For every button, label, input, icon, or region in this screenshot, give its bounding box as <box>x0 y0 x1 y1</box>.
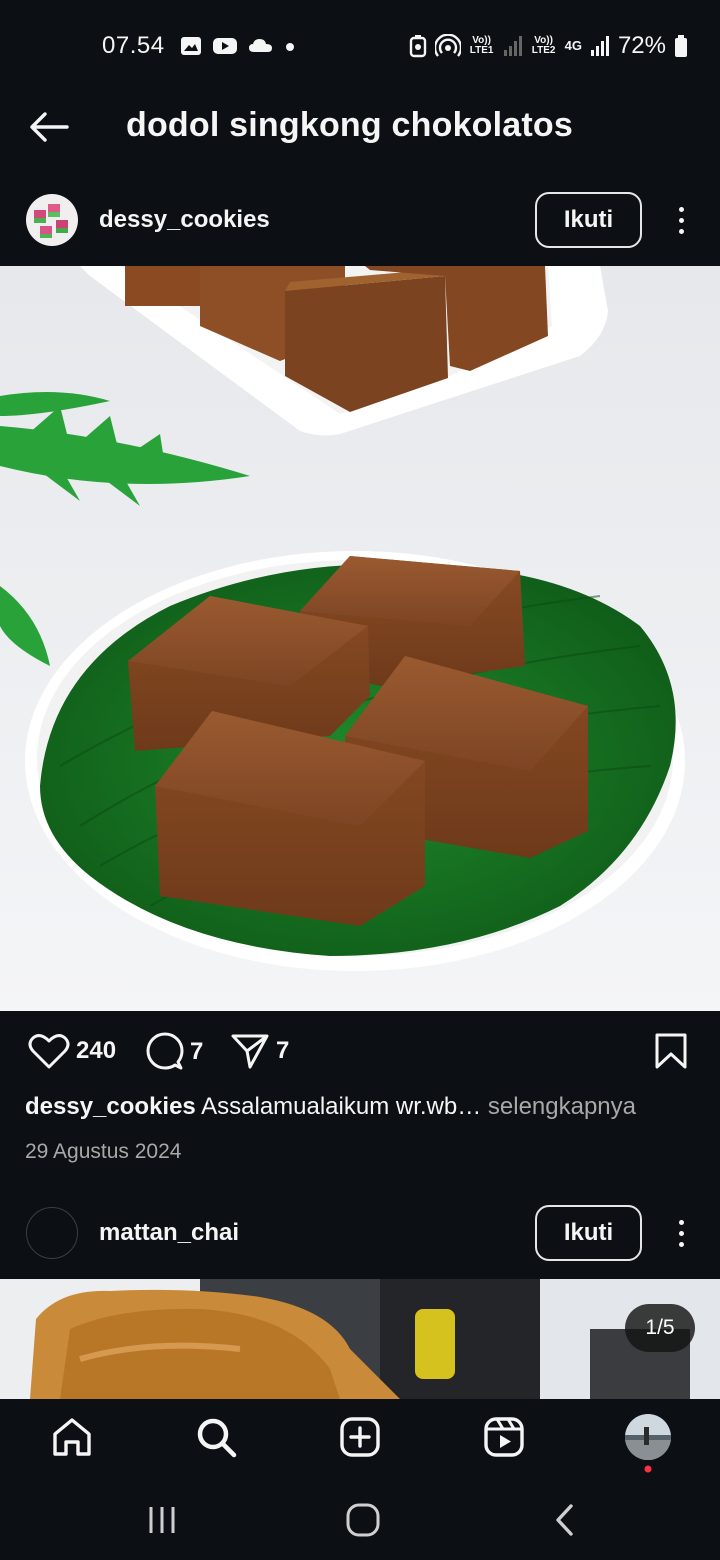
battery-percent: 72% <box>617 32 666 59</box>
system-navigation <box>0 1480 720 1560</box>
follow-button[interactable]: Ikuti <box>535 192 642 248</box>
post-image-2[interactable] <box>0 1279 720 1399</box>
cloud-icon <box>249 39 272 52</box>
back-chevron-icon <box>556 1504 573 1536</box>
post-image[interactable] <box>0 266 720 1011</box>
nav-create[interactable] <box>336 1413 384 1461</box>
signal-icon <box>503 36 522 56</box>
username[interactable]: dessy_cookies <box>99 206 270 234</box>
avatar-image <box>26 194 78 246</box>
create-icon <box>340 1417 380 1457</box>
caption-text: Assalamualaikum wr.wb… <box>201 1093 482 1120</box>
see-more-link[interactable]: selengkapnya <box>488 1093 636 1120</box>
page-title: dodol singkong chokolatos <box>126 106 573 144</box>
status-bar: 07.54 Vo)) LTE1 Vo)) LTE2 4G 72% <box>0 0 720 92</box>
profile-avatar <box>625 1414 671 1460</box>
youtube-icon <box>213 38 237 54</box>
comment-button[interactable]: 7 <box>144 1032 203 1072</box>
post-caption[interactable]: dessy_cookies Assalamualaikum wr.wb… sel… <box>25 1093 636 1121</box>
hotspot-icon <box>434 34 461 57</box>
comment-count: 7 <box>190 1038 204 1065</box>
recent-apps-icon <box>149 1507 175 1533</box>
post-photo-illustration <box>0 266 720 1011</box>
search-icon <box>197 1418 237 1458</box>
home-icon <box>53 1418 91 1456</box>
heart-icon <box>28 1034 70 1069</box>
post-actions: 240 7 7 <box>0 1026 720 1082</box>
dot-icon <box>286 43 294 51</box>
sim2-label: Vo)) LTE2 <box>531 35 556 56</box>
back-system-button[interactable] <box>545 1500 585 1540</box>
signal-icon-2 <box>590 36 609 56</box>
arrow-left-icon <box>30 112 69 142</box>
more-options-icon[interactable] <box>666 198 696 242</box>
nav-profile[interactable] <box>624 1413 672 1461</box>
notification-dot <box>644 1465 652 1473</box>
caption-username[interactable]: dessy_cookies <box>25 1093 196 1120</box>
follow-button-2[interactable]: Ikuti <box>535 1205 642 1261</box>
page-header: dodol singkong chokolatos <box>0 92 720 164</box>
gallery-icon <box>181 37 201 55</box>
share-count: 7 <box>276 1037 290 1064</box>
comment-icon <box>146 1032 184 1070</box>
home-circle-icon <box>346 1503 380 1537</box>
post-photo-2-illustration <box>0 1279 720 1399</box>
post-header: dessy_cookies Ikuti <box>0 180 720 260</box>
post-date: 29 Agustus 2024 <box>25 1140 182 1163</box>
avatar[interactable] <box>26 194 78 246</box>
home-system-button[interactable] <box>343 1500 383 1540</box>
share-button[interactable]: 7 <box>230 1032 289 1070</box>
like-count: 240 <box>76 1037 117 1064</box>
more-options-icon-2[interactable] <box>666 1211 696 1255</box>
status-notification-icons <box>180 36 296 56</box>
username-2[interactable]: mattan_chai <box>99 1219 239 1247</box>
like-button[interactable]: 240 <box>28 1032 116 1070</box>
battery-icon <box>675 35 687 57</box>
nav-home[interactable] <box>48 1413 96 1461</box>
reels-icon <box>484 1417 524 1457</box>
bottom-navigation <box>0 1399 720 1479</box>
carousel-counter: 1/5 <box>625 1304 695 1352</box>
status-time: 07.54 <box>102 32 165 59</box>
post-header-2: mattan_chai Ikuti <box>0 1193 720 1273</box>
save-button[interactable] <box>654 1032 688 1070</box>
avatar-2[interactable] <box>26 1207 78 1259</box>
sim1-label: Vo)) LTE1 <box>469 35 494 56</box>
network-type: 4G <box>564 38 582 53</box>
send-icon <box>231 1034 269 1069</box>
battery-saver-icon <box>409 35 426 58</box>
recent-apps-button[interactable] <box>142 1500 182 1540</box>
back-button[interactable] <box>24 102 74 152</box>
status-system-icons: Vo)) LTE1 Vo)) LTE2 4G 72% <box>409 32 688 60</box>
nav-reels[interactable] <box>480 1413 528 1461</box>
bookmark-icon <box>655 1033 687 1069</box>
nav-search[interactable] <box>192 1413 240 1461</box>
